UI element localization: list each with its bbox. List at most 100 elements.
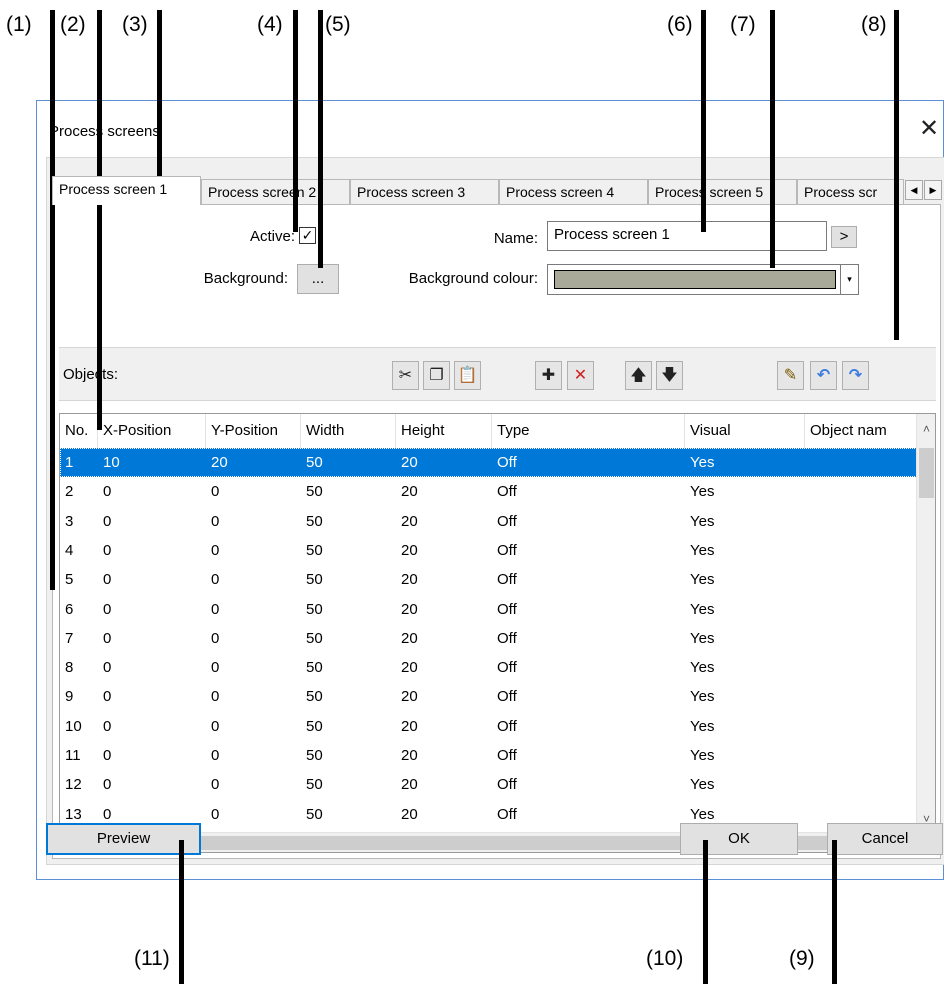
cell-height: 20	[401, 659, 418, 677]
tab-scroll-left-icon[interactable]: ◀	[905, 180, 923, 200]
col-header-type[interactable]: Type	[492, 414, 685, 448]
scroll-up-icon[interactable]: ˄	[917, 420, 935, 439]
table-row[interactable]: 3 0 0 50 20 Off Yes	[60, 507, 917, 536]
move-down-icon[interactable]: 🡇	[656, 361, 683, 390]
undo-icon[interactable]: ↶	[810, 361, 837, 390]
table-row[interactable]: 6 0 0 50 20 Off Yes	[60, 595, 917, 624]
cell-no: 12	[65, 776, 82, 794]
cell-width: 50	[306, 776, 323, 794]
table-row[interactable]: 2 0 0 50 20 Off Yes	[60, 477, 917, 506]
table-row[interactable]: 11 0 0 50 20 Off Yes	[60, 741, 917, 770]
cell-height: 20	[401, 717, 418, 735]
col-header-height[interactable]: Height	[396, 414, 492, 448]
cell-object-name	[805, 595, 810, 624]
cell-no: 5	[65, 571, 74, 589]
callout-10-pointer	[703, 840, 708, 984]
cell-y-position: 0	[211, 571, 220, 589]
table-body: 1 10 20 50 20 Off Yes 2 0 0 50 20 Off Yes 3 0 0 50 20 Off Ye…	[60, 448, 917, 834]
name-browse-button[interactable]: >	[831, 226, 857, 248]
cell-object-name	[805, 565, 810, 594]
cell-type: Off	[497, 483, 517, 501]
cell-x-position: 10	[103, 454, 120, 471]
cell-object-name	[805, 448, 810, 477]
ok-button[interactable]: OK	[680, 823, 798, 855]
tab-process-screen-1[interactable]: Process screen 1	[52, 176, 201, 205]
callout-8: (8)	[861, 13, 887, 36]
cell-y-position: 0	[211, 483, 220, 501]
new-object-icon[interactable]: ✚	[535, 361, 562, 390]
table-row[interactable]: 1 10 20 50 20 Off Yes	[60, 448, 917, 477]
cell-width: 50	[306, 541, 323, 559]
callout-11-pointer	[179, 840, 184, 984]
cell-type: Off	[497, 747, 517, 764]
table-row[interactable]: 5 0 0 50 20 Off Yes	[60, 565, 917, 594]
cell-x-position: 0	[103, 483, 112, 501]
cell-object-name	[805, 682, 810, 711]
cancel-button[interactable]: Cancel	[827, 823, 943, 855]
active-checkbox[interactable]: ✓	[299, 227, 316, 244]
vertical-scrollbar[interactable]: ˄ ˅	[916, 414, 935, 834]
cell-object-name	[805, 536, 810, 565]
cell-width: 50	[306, 571, 323, 589]
cell-object-name	[805, 653, 810, 682]
col-header-width[interactable]: Width	[301, 414, 396, 448]
cell-y-position: 0	[211, 600, 220, 618]
cell-y-position: 0	[211, 629, 220, 647]
cell-width: 50	[306, 512, 323, 530]
cell-height: 20	[401, 600, 418, 618]
cell-no: 4	[65, 541, 74, 559]
cell-y-position: 20	[211, 454, 228, 471]
cell-y-position: 0	[211, 688, 220, 706]
cut-icon[interactable]: ✂	[392, 361, 419, 390]
chevron-down-icon[interactable]: ▾	[840, 265, 858, 294]
col-header-x-position[interactable]: X-Position	[98, 414, 206, 448]
callout-5: (5)	[325, 13, 351, 36]
name-label: Name:	[493, 230, 538, 247]
callout-9: (9)	[789, 947, 815, 970]
move-up-icon[interactable]: 🡅	[625, 361, 652, 390]
tab-process-screen-6[interactable]: Process scr	[797, 179, 904, 204]
tab-scroll-right-icon[interactable]: ▶	[924, 180, 942, 200]
edit-icon[interactable]: ✎	[777, 361, 804, 390]
cell-height: 20	[401, 483, 418, 501]
callout-6-pointer	[701, 10, 706, 232]
cell-visual: Yes	[690, 512, 715, 530]
col-header-visual[interactable]: Visual	[685, 414, 805, 448]
cell-no: 8	[65, 659, 74, 677]
table-row[interactable]: 7 0 0 50 20 Off Yes	[60, 624, 917, 653]
tab-process-screen-4[interactable]: Process screen 4	[499, 179, 648, 204]
background-colour-dropdown[interactable]: ▾	[547, 264, 859, 295]
copy-icon[interactable]: ❐	[423, 361, 450, 390]
cell-width: 50	[306, 717, 323, 735]
paste-icon[interactable]: 📋	[454, 361, 481, 390]
tab-process-screen-3[interactable]: Process screen 3	[350, 179, 499, 204]
callout-1-pointer	[50, 10, 55, 590]
table-row[interactable]: 8 0 0 50 20 Off Yes	[60, 653, 917, 682]
name-field[interactable]: Process screen 1	[547, 221, 827, 251]
callout-7: (7)	[730, 13, 756, 36]
cell-type: Off	[497, 629, 517, 647]
table-row[interactable]: 9 0 0 50 20 Off Yes	[60, 682, 917, 711]
callout-8-pointer	[894, 10, 899, 340]
callout-2: (2)	[60, 13, 86, 36]
cell-object-name	[805, 770, 810, 799]
col-header-object-name[interactable]: Object nam	[805, 414, 917, 448]
redo-icon[interactable]: ↷	[842, 361, 869, 390]
cell-type: Off	[497, 805, 517, 823]
table-row[interactable]: 10 0 0 50 20 Off Yes	[60, 712, 917, 741]
delete-icon[interactable]: ✕	[567, 361, 594, 390]
col-header-no[interactable]: No.	[60, 414, 98, 448]
cell-type: Off	[497, 717, 517, 735]
background-button[interactable]: ...	[297, 264, 339, 294]
cell-visual: Yes	[690, 717, 715, 735]
col-header-y-position[interactable]: Y-Position	[206, 414, 301, 448]
cell-no: 10	[65, 717, 82, 735]
close-icon[interactable]: ✕	[915, 115, 943, 143]
preview-button[interactable]: Preview	[46, 823, 201, 855]
cell-height: 20	[401, 776, 418, 794]
vertical-scroll-thumb[interactable]	[919, 448, 934, 498]
cell-visual: Yes	[690, 629, 715, 647]
table-row[interactable]: 4 0 0 50 20 Off Yes	[60, 536, 917, 565]
tab-process-screen-2[interactable]: Process screen 2	[201, 179, 350, 204]
table-row[interactable]: 12 0 0 50 20 Off Yes	[60, 770, 917, 799]
